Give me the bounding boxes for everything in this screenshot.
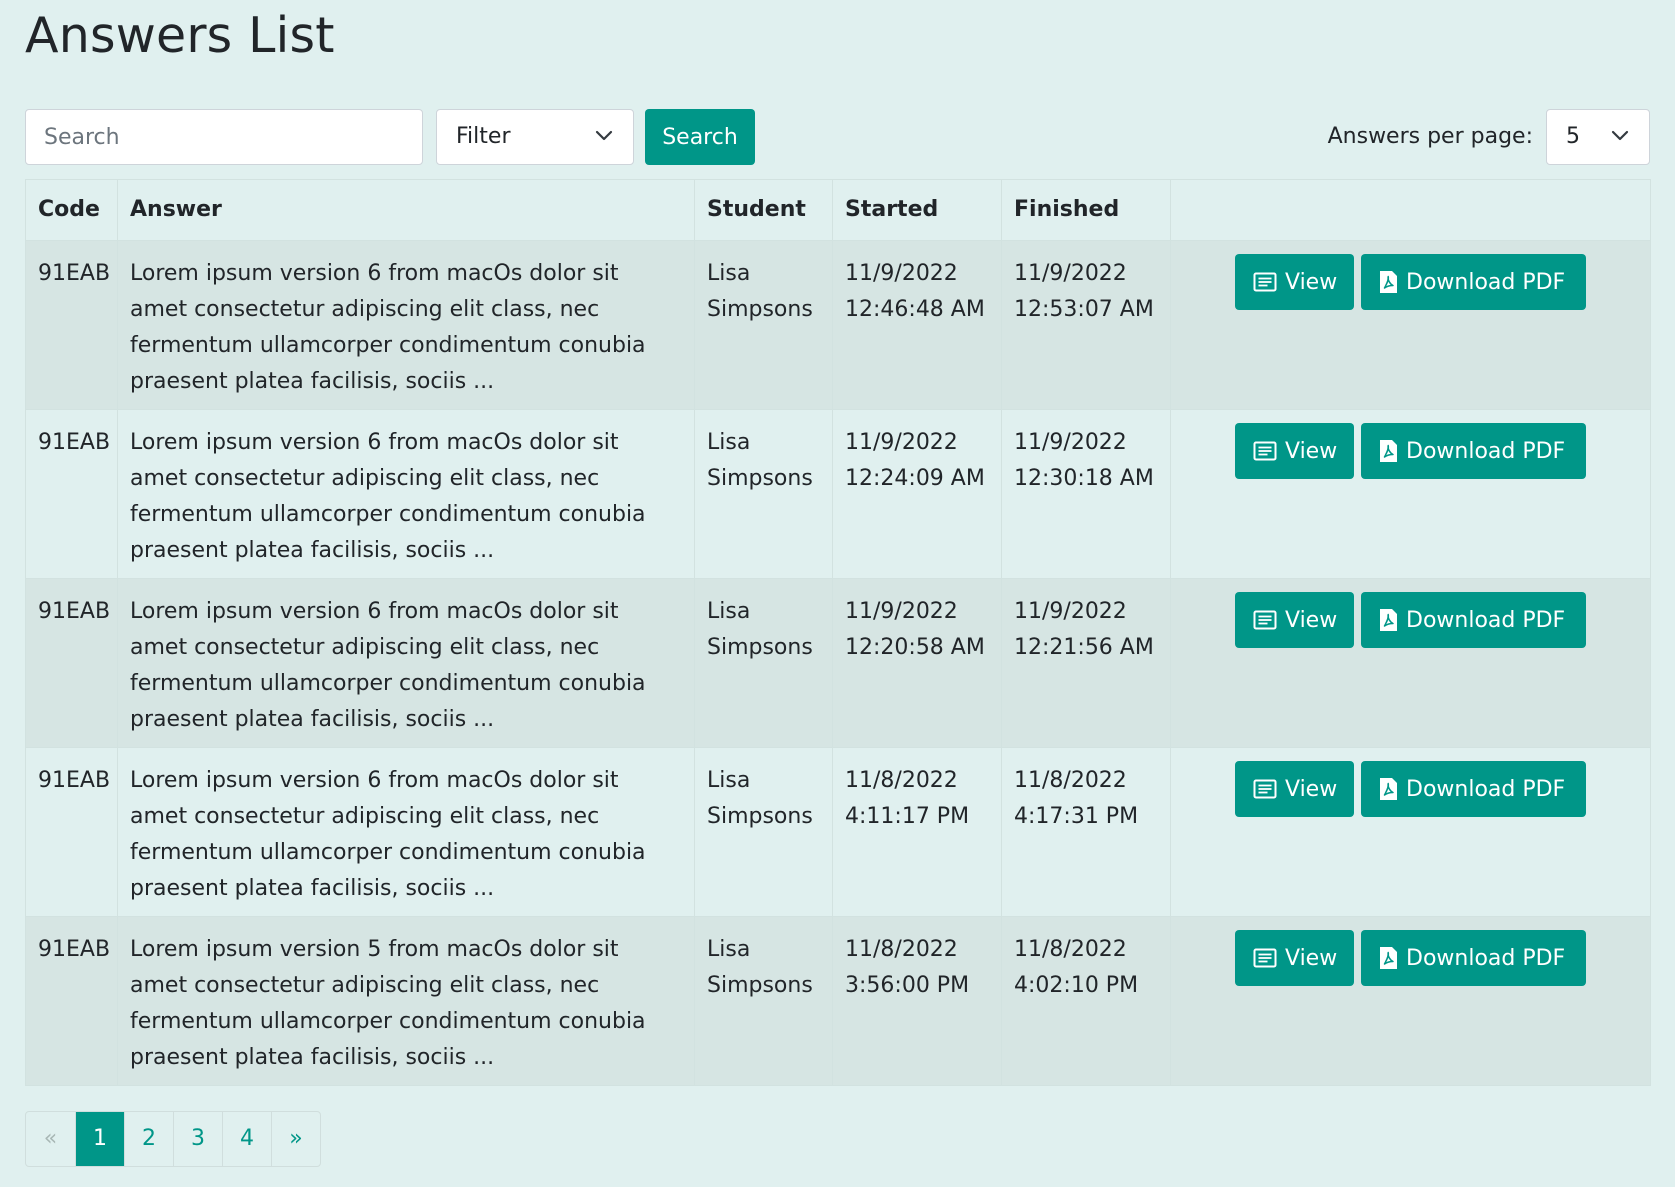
list-icon — [1253, 610, 1277, 630]
cell-answer: Lorem ipsum version 6 from macOs dolor s… — [117, 747, 695, 917]
search-input[interactable] — [25, 109, 423, 165]
download-pdf-button[interactable]: Download PDF — [1361, 930, 1586, 986]
list-icon — [1253, 779, 1277, 799]
per-page-select[interactable]: 5 — [1546, 109, 1650, 165]
download-pdf-button-label: Download PDF — [1406, 945, 1566, 971]
download-pdf-button-label: Download PDF — [1406, 607, 1566, 633]
pagination-prev[interactable]: « — [26, 1112, 75, 1166]
list-icon — [1253, 948, 1277, 968]
filter-select[interactable]: Filter — [436, 109, 634, 165]
pagination: « 1 2 3 4 » — [25, 1111, 321, 1167]
toolbar: Filter Search Answers per page: 5 — [25, 109, 1650, 165]
cell-answer: Lorem ipsum version 5 from macOs dolor s… — [117, 916, 695, 1086]
view-button-label: View — [1285, 945, 1338, 971]
pdf-file-icon — [1380, 609, 1397, 631]
cell-started: 11/9/2022 12:24:09 AM — [832, 409, 1002, 579]
pdf-file-icon — [1380, 440, 1397, 462]
row-actions: View Download PDF — [1235, 761, 1650, 817]
pdf-file-icon — [1380, 271, 1397, 293]
cell-started: 11/8/2022 4:11:17 PM — [832, 747, 1002, 917]
cell-actions: View Download PDF — [1170, 409, 1651, 579]
cell-code: 91EAB — [25, 747, 118, 917]
pagination-page-1[interactable]: 1 — [75, 1112, 124, 1166]
pagination-next[interactable]: » — [271, 1112, 320, 1166]
column-header-code[interactable]: Code — [25, 179, 118, 241]
pdf-file-icon — [1380, 947, 1397, 969]
cell-actions: View Download PDF — [1170, 747, 1651, 917]
table-row: 91EAB Lorem ipsum version 6 from macOs d… — [25, 578, 1651, 748]
answers-page: Answers List Filter Search Answers per p… — [0, 0, 1675, 1167]
filter-select-value: Filter — [456, 124, 511, 149]
row-actions: View Download PDF — [1235, 254, 1650, 310]
view-button[interactable]: View — [1235, 592, 1354, 648]
cell-answer: Lorem ipsum version 6 from macOs dolor s… — [117, 578, 695, 748]
cell-started: 11/9/2022 12:46:48 AM — [832, 240, 1002, 410]
cell-answer: Lorem ipsum version 6 from macOs dolor s… — [117, 409, 695, 579]
cell-actions: View Download PDF — [1170, 578, 1651, 748]
view-button[interactable]: View — [1235, 930, 1354, 986]
search-button[interactable]: Search — [645, 109, 755, 165]
table-row: 91EAB Lorem ipsum version 6 from macOs d… — [25, 240, 1651, 410]
cell-student: Lisa Simpsons — [694, 409, 833, 579]
download-pdf-button[interactable]: Download PDF — [1361, 592, 1586, 648]
cell-finished: 11/8/2022 4:17:31 PM — [1001, 747, 1171, 917]
cell-started: 11/9/2022 12:20:58 AM — [832, 578, 1002, 748]
row-actions: View Download PDF — [1235, 592, 1650, 648]
view-button[interactable]: View — [1235, 254, 1354, 310]
answers-table: Code Answer Student Started Finished 91E… — [25, 179, 1651, 1086]
pdf-file-icon — [1380, 778, 1397, 800]
column-header-student[interactable]: Student — [694, 179, 833, 241]
cell-started: 11/8/2022 3:56:00 PM — [832, 916, 1002, 1086]
per-page-label: Answers per page: — [1327, 124, 1533, 149]
list-icon — [1253, 272, 1277, 292]
cell-student: Lisa Simpsons — [694, 916, 833, 1086]
download-pdf-button[interactable]: Download PDF — [1361, 254, 1586, 310]
view-button[interactable]: View — [1235, 761, 1354, 817]
pagination-page-2[interactable]: 2 — [124, 1112, 173, 1166]
cell-actions: View Download PDF — [1170, 240, 1651, 410]
cell-code: 91EAB — [25, 578, 118, 748]
per-page-select-value: 5 — [1566, 124, 1580, 149]
row-actions: View Download PDF — [1235, 423, 1650, 479]
column-header-actions — [1170, 179, 1651, 241]
chevron-down-icon — [1611, 130, 1629, 141]
cell-student: Lisa Simpsons — [694, 578, 833, 748]
cell-finished: 11/9/2022 12:30:18 AM — [1001, 409, 1171, 579]
table-header-row: Code Answer Student Started Finished — [25, 179, 1651, 241]
table-row: 91EAB Lorem ipsum version 6 from macOs d… — [25, 409, 1651, 579]
view-button-label: View — [1285, 776, 1338, 802]
cell-finished: 11/9/2022 12:53:07 AM — [1001, 240, 1171, 410]
cell-finished: 11/9/2022 12:21:56 AM — [1001, 578, 1171, 748]
download-pdf-button-label: Download PDF — [1406, 269, 1566, 295]
view-button-label: View — [1285, 607, 1338, 633]
cell-answer: Lorem ipsum version 6 from macOs dolor s… — [117, 240, 695, 410]
cell-finished: 11/8/2022 4:02:10 PM — [1001, 916, 1171, 1086]
download-pdf-button[interactable]: Download PDF — [1361, 761, 1586, 817]
view-button-label: View — [1285, 438, 1338, 464]
view-button-label: View — [1285, 269, 1338, 295]
table-row: 91EAB Lorem ipsum version 6 from macOs d… — [25, 747, 1651, 917]
pagination-page-4[interactable]: 4 — [222, 1112, 271, 1166]
download-pdf-button-label: Download PDF — [1406, 776, 1566, 802]
cell-student: Lisa Simpsons — [694, 240, 833, 410]
column-header-answer[interactable]: Answer — [117, 179, 695, 241]
cell-actions: View Download PDF — [1170, 916, 1651, 1086]
download-pdf-button-label: Download PDF — [1406, 438, 1566, 464]
cell-code: 91EAB — [25, 240, 118, 410]
page-title: Answers List — [25, 7, 335, 64]
list-icon — [1253, 441, 1277, 461]
view-button[interactable]: View — [1235, 423, 1354, 479]
column-header-started[interactable]: Started — [832, 179, 1002, 241]
column-header-finished[interactable]: Finished — [1001, 179, 1171, 241]
row-actions: View Download PDF — [1235, 930, 1650, 986]
pagination-page-3[interactable]: 3 — [173, 1112, 222, 1166]
table-row: 91EAB Lorem ipsum version 5 from macOs d… — [25, 916, 1651, 1086]
cell-student: Lisa Simpsons — [694, 747, 833, 917]
download-pdf-button[interactable]: Download PDF — [1361, 423, 1586, 479]
chevron-down-icon — [595, 130, 613, 141]
cell-code: 91EAB — [25, 409, 118, 579]
cell-code: 91EAB — [25, 916, 118, 1086]
